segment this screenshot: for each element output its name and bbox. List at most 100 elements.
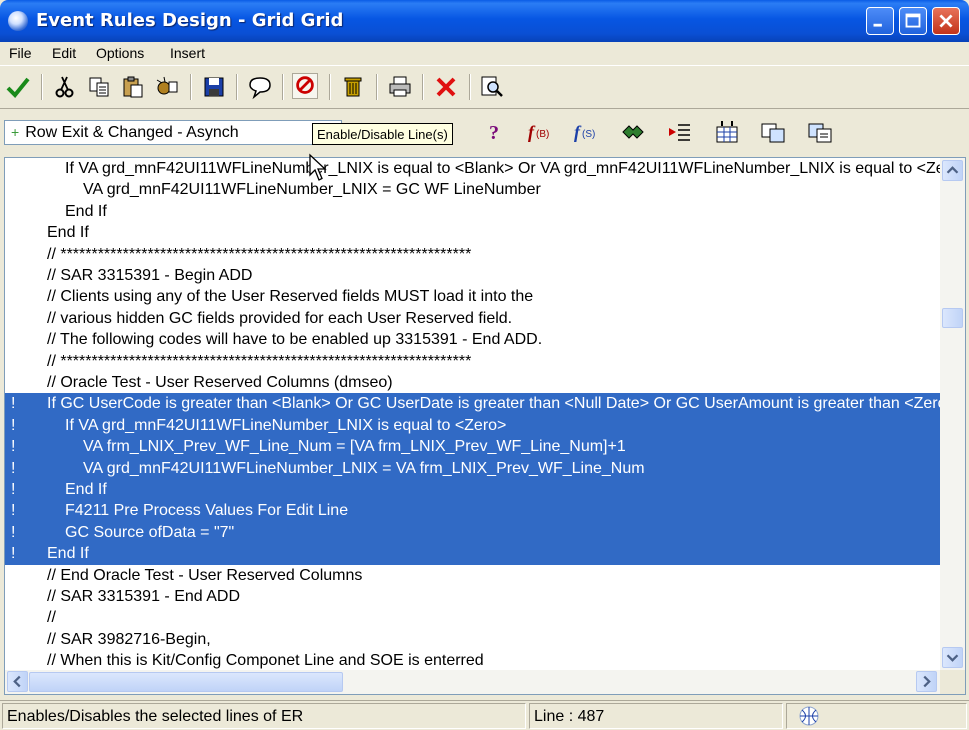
indent-icon[interactable] [665, 119, 693, 145]
cut-icon[interactable] [52, 74, 78, 100]
code-line-text: End If [65, 481, 107, 498]
maximize-button[interactable] [899, 7, 927, 35]
chevron-left-icon [13, 675, 21, 688]
horizontal-scroll-thumb[interactable] [29, 672, 343, 692]
status-message: Enables/Disables the selected lines of E… [2, 703, 526, 729]
code-line-text: // *************************************… [47, 352, 472, 370]
code-line[interactable]: ! VA grd_mnF42UI11WFLineNumber_LNIX = VA … [5, 457, 940, 479]
code-line[interactable]: // [5, 607, 940, 628]
app-globe-icon [8, 11, 28, 31]
code-line[interactable]: // various hidden GC fields provided for… [5, 308, 940, 329]
special-paste-icon[interactable] [154, 74, 180, 100]
mouse-cursor-icon [309, 153, 327, 181]
scroll-down-button[interactable] [942, 647, 963, 668]
code-line[interactable]: // SAR 3982716-Begin, [5, 629, 940, 650]
table-io-icon[interactable] [713, 119, 741, 145]
toolbar-separator [469, 74, 471, 100]
trash-icon[interactable] [340, 74, 366, 100]
main-toolbar [0, 65, 969, 181]
toolbar-separator [41, 74, 43, 100]
scroll-up-button[interactable] [942, 160, 963, 181]
horizontal-scrollbar[interactable] [5, 670, 940, 694]
print-icon[interactable] [387, 74, 413, 100]
ok-icon[interactable] [5, 74, 31, 100]
code-line[interactable]: // *************************************… [5, 244, 940, 265]
enable-disable-button[interactable] [292, 73, 318, 99]
svg-text:(B): (B) [536, 129, 549, 140]
code-line-text: If GC UserCode is greater than <Blank> O… [47, 395, 940, 413]
code-line-text: // SAR 3982716-Begin, [47, 630, 211, 648]
assignment-icon[interactable] [619, 119, 647, 145]
disabled-marker: ! [11, 481, 16, 498]
delete-icon[interactable] [433, 74, 459, 100]
status-indicator-panel [786, 703, 967, 729]
svg-text:f: f [528, 122, 536, 142]
minimize-button[interactable] [866, 7, 894, 35]
code-line[interactable]: ! End If [5, 479, 940, 501]
toolbar-separator [422, 74, 424, 100]
code-line[interactable]: // SAR 3315391 - Begin ADD [5, 265, 940, 286]
code-line[interactable]: // End Oracle Test - User Reserved Colum… [5, 565, 940, 586]
code-line-text: End If [47, 224, 89, 242]
chevron-up-icon [946, 166, 959, 174]
scroll-left-button[interactable] [7, 671, 28, 692]
code-line[interactable]: ! F4211 Pre Process Values For Edit Line [5, 500, 940, 522]
svg-text:?: ? [489, 122, 499, 144]
code-line[interactable]: ! VA frm_LNIX_Prev_WF_Line_Num = [VA frm_… [5, 436, 940, 458]
code-line[interactable]: VA grd_mnF42UI11WFLineNumber_LNIX = GC W… [5, 179, 940, 200]
comment-icon[interactable] [247, 74, 273, 100]
disabled-marker: ! [11, 438, 16, 456]
search-icon[interactable] [479, 74, 505, 100]
code-line[interactable]: ! If GC UserCode is greater than <Blank> … [5, 393, 940, 415]
copy-icon[interactable] [86, 74, 112, 100]
paste-icon[interactable] [120, 74, 146, 100]
menu-bar: File Edit Options Insert [0, 42, 969, 64]
code-line[interactable]: // Clients using any of the User Reserve… [5, 286, 940, 307]
code-line-text: // Clients using any of the User Reserve… [47, 288, 534, 306]
code-line[interactable]: End If [5, 201, 940, 222]
chevron-down-icon [946, 654, 959, 662]
menu-insert[interactable]: Insert [170, 45, 205, 61]
menu-options[interactable]: Options [96, 45, 144, 61]
code-line-text: VA grd_mnF42UI11WFLineNumber_LNIX = VA f… [83, 459, 645, 477]
code-line[interactable]: // SAR 3315391 - End ADD [5, 586, 940, 607]
menu-edit[interactable]: Edit [52, 45, 76, 61]
code-line[interactable]: End If [5, 222, 940, 243]
report-interconnect-icon[interactable] [806, 119, 834, 145]
er-toolbar: + Row Exit & Changed - Asynch ? f (B) f (S) [0, 110, 969, 156]
save-icon[interactable] [201, 74, 227, 100]
business-function-icon[interactable]: f (B) [526, 119, 554, 145]
disabled-marker: ! [11, 416, 16, 434]
system-function-icon[interactable]: f (S) [572, 119, 600, 145]
code-line[interactable]: If VA grd_mnF42UI11WFLineNumber_LNIX is … [5, 158, 940, 179]
close-icon [939, 14, 953, 28]
status-bar: Enables/Disables the selected lines of E… [0, 700, 969, 730]
maximize-icon [905, 13, 921, 28]
code-line[interactable]: // *************************************… [5, 351, 940, 372]
vertical-scroll-thumb[interactable] [942, 308, 963, 328]
code-line[interactable]: // Oracle Test - User Reserved Columns (… [5, 372, 940, 393]
scroll-corner [940, 670, 965, 694]
code-line[interactable]: ! GC Source ofData = "7" [5, 521, 940, 544]
code-line-text: // SAR 3315391 - Begin ADD [47, 267, 253, 284]
scroll-right-button[interactable] [916, 671, 937, 692]
code-line[interactable]: ! End If [5, 543, 940, 565]
form-interconnect-icon[interactable] [759, 119, 787, 145]
menu-file[interactable]: File [9, 45, 32, 61]
vertical-scrollbar[interactable] [940, 158, 965, 670]
toolbar-separator [190, 74, 192, 100]
plus-icon: + [11, 124, 20, 140]
toolbar-separator [329, 74, 331, 100]
question-icon[interactable]: ? [480, 119, 508, 145]
event-rules-editor[interactable]: If VA grd_mnF42UI11WFLineNumber_LNIX is … [4, 157, 966, 695]
window-title: Event Rules Design - Grid Grid [36, 10, 344, 31]
chevron-right-icon [923, 675, 931, 688]
close-button[interactable] [932, 7, 960, 35]
code-line-text: VA frm_LNIX_Prev_WF_Line_Num = [VA frm_L… [83, 438, 626, 456]
code-line[interactable]: // The following codes will have to be e… [5, 329, 940, 350]
status-line-number: Line : 487 [529, 703, 783, 729]
code-lines[interactable]: If VA grd_mnF42UI11WFLineNumber_LNIX is … [5, 158, 940, 670]
event-selector[interactable]: + Row Exit & Changed - Asynch [4, 120, 342, 145]
code-line[interactable]: ! If VA grd_mnF42UI11WFLineNumber_LNIX is… [5, 414, 940, 437]
code-line[interactable]: // When this is Kit/Config Componet Line… [5, 650, 940, 670]
